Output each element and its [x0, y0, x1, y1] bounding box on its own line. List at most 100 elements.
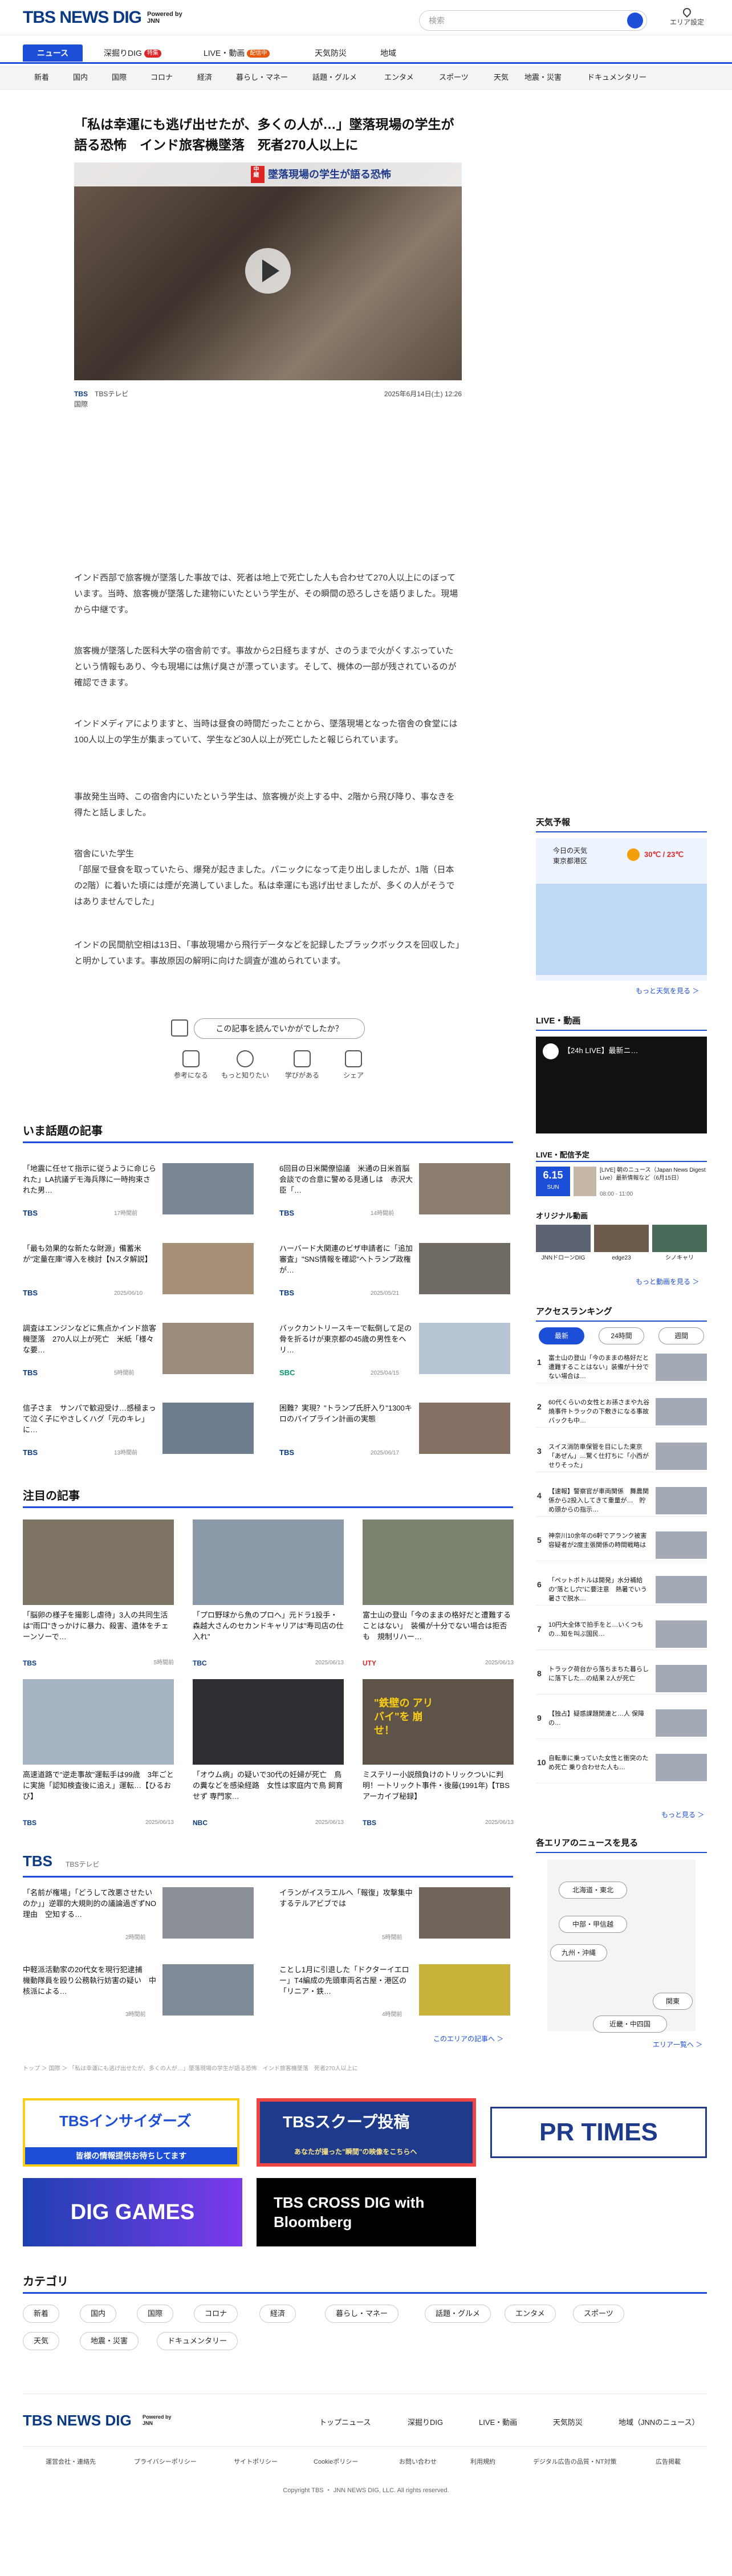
nav-item[interactable]: 国内	[73, 66, 88, 90]
footer-link[interactable]: デジタル広告の品質・NT対策	[533, 2457, 616, 2467]
ranking-tab-weekly[interactable]: 週間	[658, 1327, 704, 1344]
footer-nav-link[interactable]: トップニュース	[319, 2417, 371, 2428]
nav-item[interactable]: エンタメ	[384, 66, 414, 90]
news-thumbnail[interactable]	[419, 1323, 510, 1374]
ranking-thumbnail[interactable]	[656, 1531, 707, 1559]
news-item[interactable]: 調査はエンジンなどに焦点かインド旅客機墜落 270人以上が死亡 米紙「様々な要……	[23, 1323, 257, 1380]
ranking-title[interactable]: 60代くらいの女性とお孫さまや九谷焼事件トラックの下敷きになる事故 バックも中…	[548, 1398, 655, 1425]
featured-thumbnail[interactable]	[363, 1519, 514, 1605]
category-pill[interactable]: 国内	[80, 2305, 117, 2323]
ranking-thumbnail[interactable]	[656, 1665, 707, 1692]
ranking-title[interactable]: 【速報】警察官が車両関係 舞農関係から2投入してきて重量が… 貯め頭からの指示…	[548, 1487, 651, 1514]
ranking-item[interactable]: 9 【独占】疑惑課題関連と…人 保障の…	[536, 1707, 707, 1739]
ranking-thumbnail[interactable]	[656, 1620, 707, 1648]
tab-weather[interactable]: 天気防災	[308, 44, 353, 62]
featured-item[interactable]: 高速道路で"逆走事故"運転手は99歳 3年ごとに実施「認知検査後に追え」運転…【…	[23, 1679, 174, 1827]
news-item[interactable]: バックカントリースキーで転倒して足の骨を折るけが東京都の45歳の男性をヘリ… SB…	[279, 1323, 513, 1380]
source-logo[interactable]: TBS	[74, 390, 88, 398]
ranking-item[interactable]: 2 60代くらいの女性とお孫さまや九谷焼事件トラックの下敷きになる事故 バックも中…	[536, 1396, 707, 1428]
category-pill[interactable]: 地震・災害	[80, 2332, 139, 2350]
ranking-thumbnail[interactable]	[656, 1487, 707, 1514]
ranking-item[interactable]: 8 トラック荷台から落ちまちた暮らしに落下した…の結果 2人が死亡	[536, 1663, 707, 1695]
news-thumbnail[interactable]	[419, 1887, 510, 1939]
nav-item[interactable]: 経済	[197, 66, 212, 90]
news-item[interactable]: ハーバード大関連のビザ申請者に「追加審査」"SNS情報を確認"へトランプ政権が……	[279, 1243, 513, 1300]
ranking-title[interactable]: トラック荷台から落ちまちた暮らしに落下した…の結果 2人が死亡	[548, 1665, 651, 1683]
share-button[interactable]: シェア	[328, 1050, 379, 1080]
ranking-item[interactable]: 6 「ペットボトルは開発」水分補給の"落とし穴"に要注意 熱暑でいう暑さで脱水…	[536, 1574, 707, 1606]
weather-more-link[interactable]: もっと天気を見る ＞	[636, 986, 699, 996]
nav-item[interactable]: 暮らし・マネー	[236, 66, 288, 90]
featured-item-title[interactable]: ミステリー小説顔負けのトリックついに判明！一トリックト事件・後藤(1991年)【…	[363, 1769, 514, 1802]
footer-link[interactable]: Cookieポリシー	[314, 2457, 358, 2467]
footer-link[interactable]: 広告掲載	[656, 2457, 681, 2467]
nav-item[interactable]: ドキュメンタリー	[587, 66, 646, 90]
video-more-link[interactable]: もっと動画を見る ＞	[636, 1277, 699, 1286]
reaction-learn-button[interactable]: 学びがある	[276, 1050, 328, 1080]
news-title[interactable]: ことし1月に引退した「ドクターイエロー」T4編成の先頭車両名古屋・港区の「リニア…	[279, 1964, 413, 1997]
article-video[interactable]: 中継 墜落現場の学生が語る恐怖	[74, 162, 462, 380]
featured-thumbnail[interactable]	[193, 1679, 344, 1765]
category-pill[interactable]: 国際	[137, 2305, 174, 2323]
news-item[interactable]: 中軽派活動家の20代女を現行犯逮捕 機動隊員を殴り公務執行妨害の疑い 中核派によ…	[23, 1964, 257, 2021]
news-title[interactable]: 「地震に任せて指示に従うように命じられた」LA抗議デモ海兵隊に一時拘束された男…	[23, 1163, 157, 1196]
banner-crossdig[interactable]: TBS CROSS DIG with Bloomberg	[257, 2178, 476, 2246]
ranking-item[interactable]: 1 富士山の登山「今のままの格好だと遭難することはない」装備が十分でない場合は…	[536, 1351, 707, 1383]
news-item[interactable]: 「名前が権場」「どうして改悪させたいのか」」逆罪的大規則的の議論過ぎずNO理由 …	[23, 1887, 257, 1944]
nav-item[interactable]: スポーツ	[439, 66, 469, 90]
original-video[interactable]	[536, 1225, 591, 1252]
ranking-thumbnail[interactable]	[656, 1443, 707, 1470]
original-video[interactable]	[594, 1225, 649, 1252]
weather-map[interactable]	[536, 884, 707, 975]
footer-link[interactable]: 運営会社・連絡先	[46, 2457, 96, 2467]
nav-item[interactable]: 新着	[34, 66, 49, 90]
ranking-title[interactable]: 富士山の登山「今のままの格好だと遭難することはない」装備が十分でない場合は…	[548, 1354, 651, 1381]
news-item[interactable]: 困難？実現？"トランプ氏肝入り"1300キロのパイプライン計画の実態 TBS 202…	[279, 1403, 513, 1460]
footer-nav-link[interactable]: 天気防災	[553, 2417, 583, 2428]
category-pill[interactable]: ドキュメンタリー	[157, 2332, 238, 2350]
news-thumbnail[interactable]	[419, 1403, 510, 1454]
news-title[interactable]: 信子さま サンパで歓迎受け…感極まって泣く子にやさしくハグ「元のキレ」に…	[23, 1403, 157, 1435]
ranking-title[interactable]: 自転車に乗っていた女性と衝突のため死亡 乗り合わせた人も…	[548, 1754, 651, 1772]
featured-item-title[interactable]: 「脳卵の様子を撮影し虐待」3人の共同生活は"雨口"きっかけに暴力、殺害、遺体をチ…	[23, 1610, 174, 1642]
area-button[interactable]: 中部・甲信越	[559, 1916, 627, 1933]
news-title[interactable]: 困難？実現？"トランプ氏肝入り"1300キロのパイプライン計画の実態	[279, 1403, 413, 1424]
featured-item-title[interactable]: 「オウム病」の疑いで30代の妊婦が死亡 鳥の糞などを感染経路 女性は家庭内で鳥 …	[193, 1769, 344, 1802]
ranking-title[interactable]: 「ペットボトルは開発」水分補給の"落とし穴"に要注意 熱暑でいう暑さで脱水…	[548, 1576, 651, 1603]
news-item[interactable]: イランがイスラエルへ「報復」攻撃集中するテルアビブでは 5時間前	[279, 1887, 513, 1944]
nav-item[interactable]: 天気	[494, 66, 509, 90]
category-pill[interactable]: 経済	[259, 2305, 296, 2323]
ranking-tab-latest[interactable]: 最新	[539, 1327, 584, 1344]
schedule-card[interactable]: 6.15 SUN [LIVE] 朝のニュース（Japan News Digest…	[536, 1167, 707, 1201]
ranking-thumbnail[interactable]	[656, 1398, 707, 1425]
ranking-item[interactable]: 4 【速報】警察官が車両関係 舞農関係から2投入してきて重量が… 貯め頭からの指示…	[536, 1485, 707, 1517]
article-category[interactable]: 国際	[74, 399, 462, 409]
featured-thumbnail[interactable]	[193, 1519, 344, 1605]
news-thumbnail[interactable]	[162, 1964, 254, 2016]
news-thumbnail[interactable]	[162, 1243, 254, 1294]
ranking-thumbnail[interactable]	[656, 1354, 707, 1381]
tab-region[interactable]: 地域	[373, 44, 403, 62]
area-button[interactable]: 近畿・中四国	[593, 2016, 667, 2033]
footer-link[interactable]: お問い合わせ	[399, 2457, 437, 2467]
news-item[interactable]: 「最も効果的な新たな財源」備蓄米が"定量在庫"導入を検討【Nスタ解説】 TBS 20…	[23, 1243, 257, 1300]
news-title[interactable]: ハーバード大関連のビザ申請者に「追加審査」"SNS情報を確認"へトランプ政権が…	[279, 1243, 413, 1275]
news-thumbnail[interactable]	[162, 1887, 254, 1939]
news-item[interactable]: 6回目の日米閣僚協議 米通の日米首脳会談での合意に警める見通しは 赤沢大臣「… T…	[279, 1163, 513, 1220]
ranking-item[interactable]: 3 スイス消防車保管を目にした東京「あぜん」…驚く仕打ちに「小西がせりそった」	[536, 1440, 707, 1472]
featured-item-title[interactable]: 高速道路で"逆走事故"運転手は99歳 3年ごとに実施「認知検査後に追え」運転…【…	[23, 1769, 174, 1802]
tab-news[interactable]: ニュース	[23, 44, 83, 62]
reaction-helpful-button[interactable]: 参考になる	[165, 1050, 217, 1080]
news-thumbnail[interactable]	[419, 1964, 510, 2016]
featured-item[interactable]: 「オウム病」の疑いで30代の妊婦が死亡 鳥の糞などを感染経路 女性は家庭内で鳥 …	[193, 1679, 344, 1827]
schedule-item[interactable]: [LIVE] 朝のニュース（Japan News Digest Live）最新情…	[600, 1167, 707, 1183]
reaction-more-button[interactable]: もっと知りたい	[219, 1050, 271, 1080]
news-title[interactable]: イランがイスラエルへ「報復」攻撃集中するテルアビブでは	[279, 1887, 413, 1909]
nav-item[interactable]: 話題・グルメ	[312, 66, 357, 90]
ranking-thumbnail[interactable]	[656, 1709, 707, 1737]
nav-item[interactable]: コロナ	[151, 66, 173, 90]
footer-logo[interactable]: TBS NEWS DIG	[23, 2412, 132, 2429]
category-pill[interactable]: 新着	[23, 2305, 60, 2323]
area-button[interactable]: 九州・沖縄	[550, 1944, 607, 1961]
original-video[interactable]	[652, 1225, 707, 1252]
